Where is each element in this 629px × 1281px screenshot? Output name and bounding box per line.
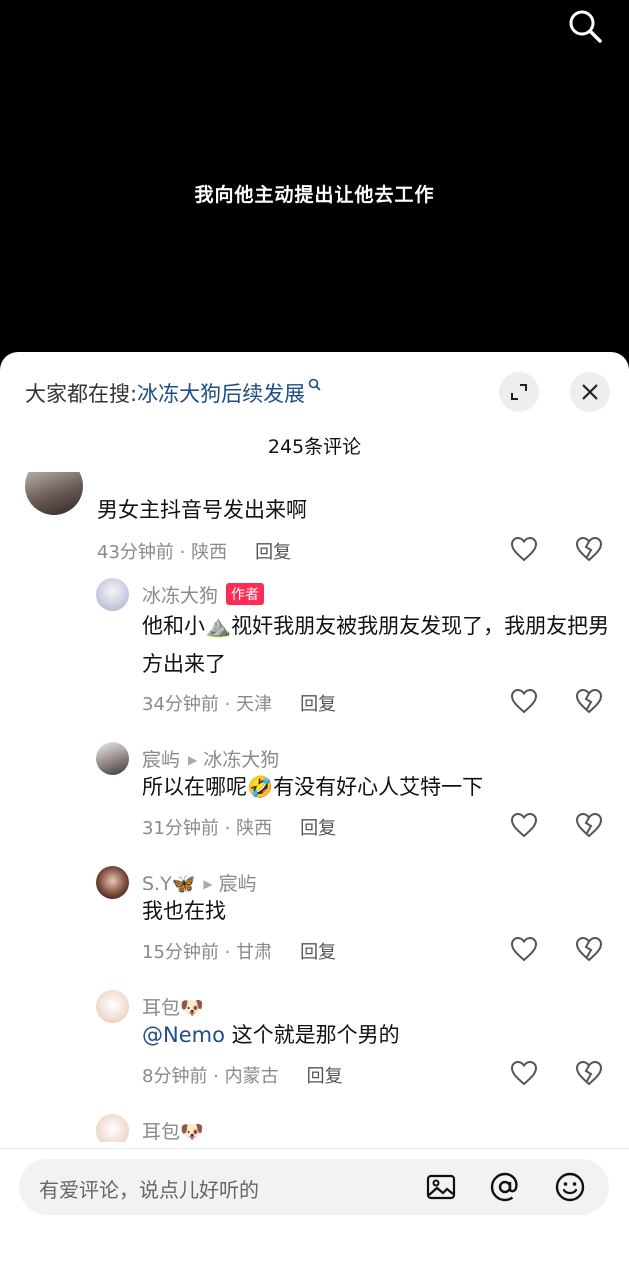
comment-meta: 31分钟前 · 陕西 回复	[142, 814, 336, 840]
heart-icon[interactable]	[510, 688, 538, 714]
comment-text: 男女主抖音号发出来啊	[97, 498, 307, 522]
close-button[interactable]	[570, 372, 610, 412]
trending-keyword[interactable]: 冰冻大狗后续发展	[137, 382, 305, 406]
reply-button[interactable]: 回复	[300, 942, 336, 963]
reply-button[interactable]: 回复	[300, 818, 336, 839]
reply-button[interactable]: 回复	[307, 1066, 343, 1087]
image-icon[interactable]	[425, 1171, 457, 1203]
time-location: 34分钟前 · 天津	[142, 694, 273, 715]
input-placeholder: 有爱评论，说点儿好听的	[39, 1178, 259, 1202]
commenter-name-text: 冰冻大狗	[142, 585, 219, 607]
avatar[interactable]	[25, 472, 83, 515]
trending-prefix: 大家都在搜:	[25, 382, 138, 406]
time-location: 43分钟前 · 陕西	[97, 542, 228, 563]
comment-sheet: 大家都在搜:冰冻大狗后续发展 245条评论 男女主抖音号发出来啊 43分钟前 ·…	[0, 352, 629, 1280]
comment-input[interactable]: 有爱评论，说点儿好听的	[19, 1159, 609, 1215]
comment-text: 他和小⛰️视奸我朋友被我朋友发现了，我朋友把男方出来了	[142, 614, 610, 676]
comment-text-body: 这个就是那个男的	[224, 1023, 400, 1047]
commenter-name[interactable]: 冰冻大狗 作者	[142, 581, 265, 608]
broken-heart-icon[interactable]	[575, 1060, 603, 1086]
expand-icon	[511, 384, 527, 400]
comment-meta: 15分钟前 · 甘肃 回复	[142, 938, 336, 964]
comment-text: 所以在哪呢🤣有没有好心人艾特一下	[142, 775, 484, 799]
mention-link[interactable]: @Nemo	[142, 1023, 225, 1047]
avatar[interactable]	[96, 578, 129, 611]
time-location: 31分钟前 · 陕西	[142, 818, 273, 839]
avatar[interactable]	[96, 990, 129, 1023]
comment-text: @Nemo 这个就是那个男的	[142, 1016, 400, 1054]
comment-input-bar: 有爱评论，说点儿好听的	[0, 1148, 629, 1281]
time-location: 8分钟前 · 内蒙古	[142, 1066, 279, 1087]
reply-button[interactable]: 回复	[300, 694, 336, 715]
broken-heart-icon[interactable]	[575, 812, 603, 838]
at-icon[interactable]	[489, 1171, 521, 1203]
comment-list[interactable]: 男女主抖音号发出来啊 43分钟前 · 陕西 回复 冰冻大狗 作者 他和小⛰️视奸我朋…	[0, 472, 629, 1142]
comment-meta: 8分钟前 · 内蒙古 回复	[142, 1062, 343, 1088]
comment-count: 245条评论	[267, 436, 362, 458]
emoji-icon[interactable]	[554, 1171, 586, 1203]
time-location: 15分钟前 · 甘肃	[142, 942, 273, 963]
commenter-name[interactable]: 耳包🐶	[142, 1117, 204, 1142]
video-area[interactable]: 我向他主动提出让他去工作	[0, 0, 629, 360]
heart-icon[interactable]	[510, 936, 538, 962]
video-subtitle: 我向他主动提出让他去工作	[194, 184, 435, 206]
heart-icon[interactable]	[510, 1060, 538, 1086]
reply-arrow-icon: ▶	[203, 877, 213, 891]
broken-heart-icon[interactable]	[575, 536, 603, 562]
close-icon	[582, 384, 598, 400]
comment-meta: 43分钟前 · 陕西 回复	[97, 538, 291, 564]
avatar[interactable]	[96, 1114, 129, 1142]
search-icon[interactable]	[567, 8, 603, 44]
small-search-icon	[308, 378, 321, 391]
reply-button[interactable]: 回复	[255, 542, 291, 563]
author-badge: 作者	[226, 583, 265, 605]
reply-arrow-icon: ▶	[188, 753, 198, 767]
comment-text: 我也在找	[142, 899, 226, 923]
trending-search[interactable]: 大家都在搜:冰冻大狗后续发展	[25, 378, 321, 408]
heart-icon[interactable]	[510, 812, 538, 838]
avatar[interactable]	[96, 866, 129, 899]
comment-meta: 34分钟前 · 天津 回复	[142, 690, 336, 716]
heart-icon[interactable]	[510, 536, 538, 562]
broken-heart-icon[interactable]	[575, 936, 603, 962]
avatar[interactable]	[96, 742, 129, 775]
expand-button[interactable]	[499, 372, 539, 412]
broken-heart-icon[interactable]	[575, 688, 603, 714]
